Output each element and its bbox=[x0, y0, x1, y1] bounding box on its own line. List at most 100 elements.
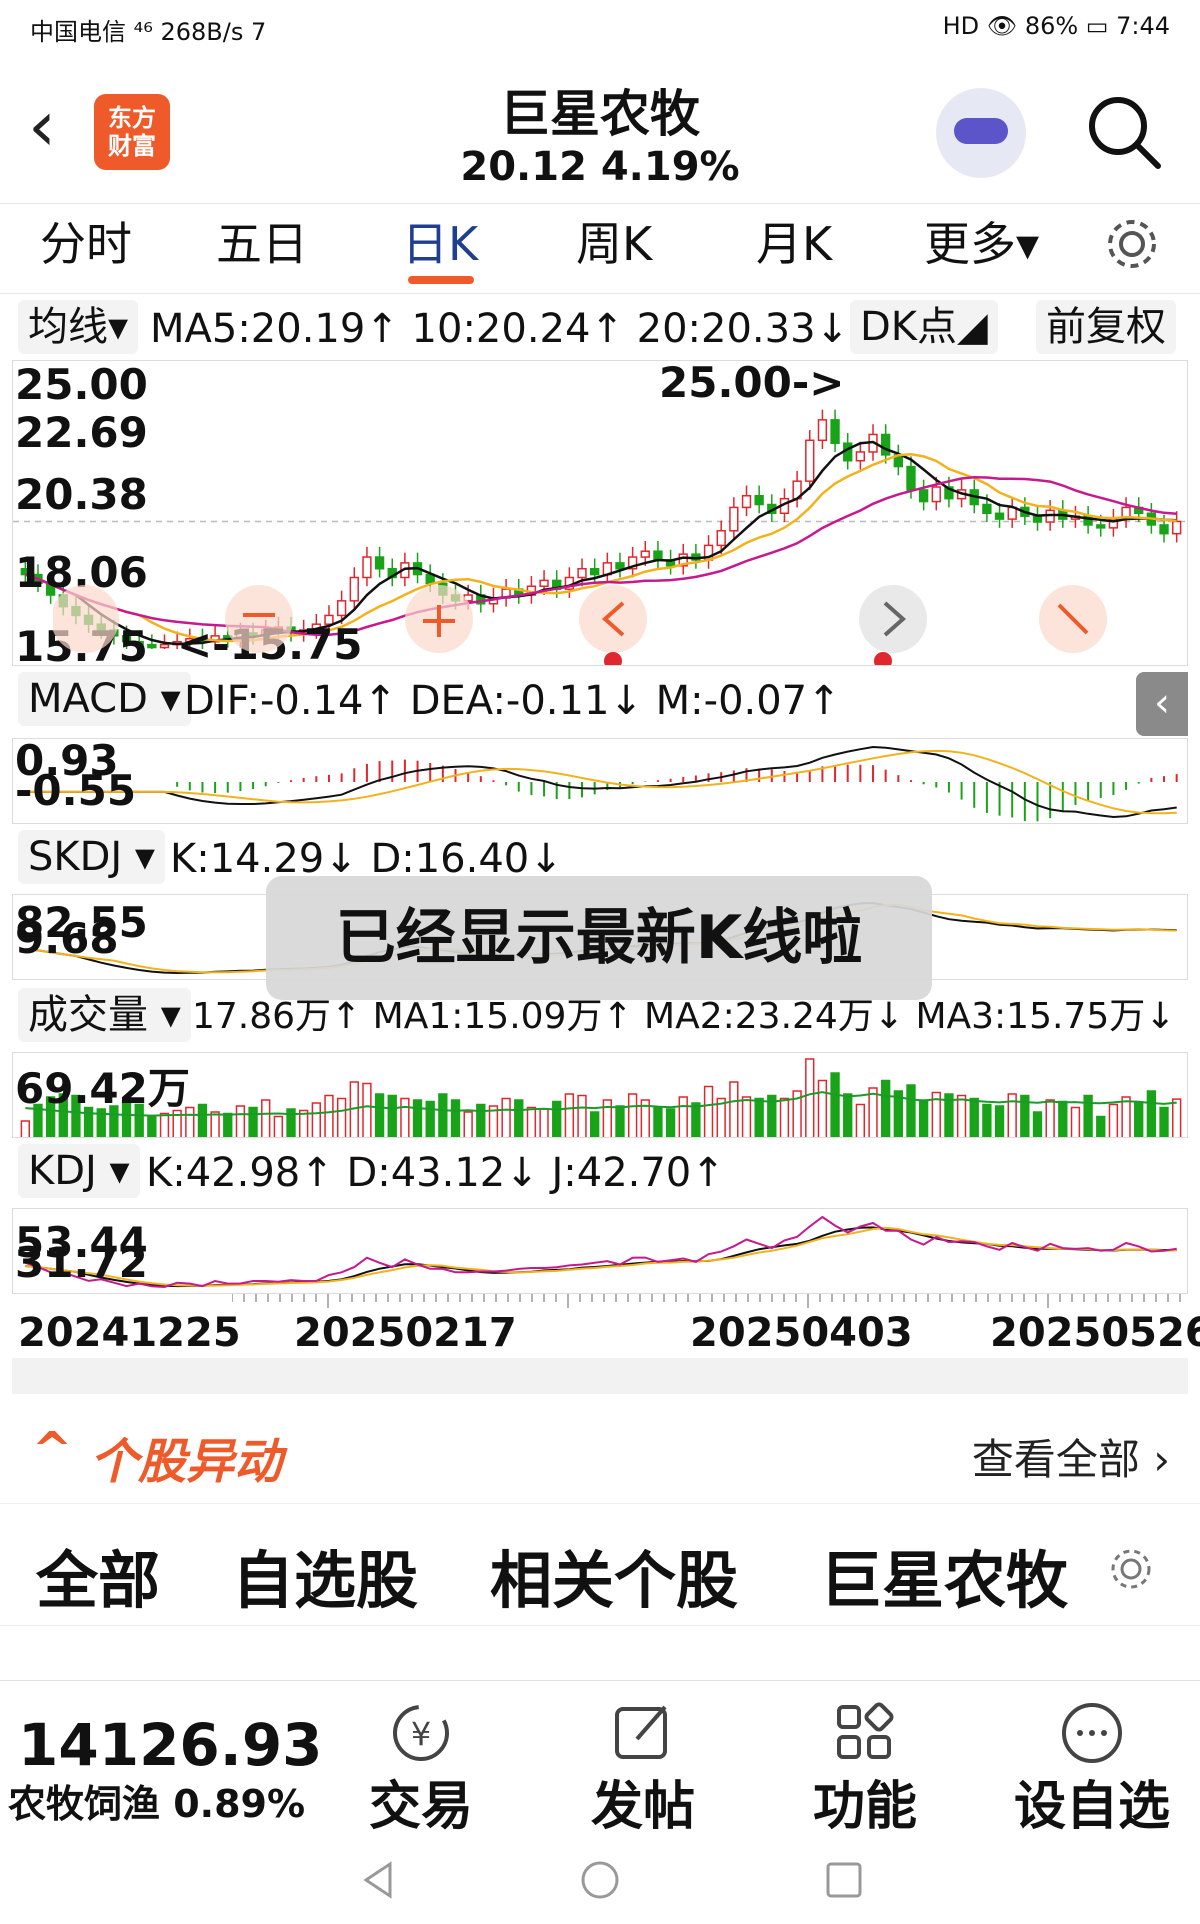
skdj-bottom-label: 9.68 bbox=[15, 914, 119, 963]
volume-bar bbox=[881, 1079, 891, 1137]
volume-bar bbox=[159, 1112, 170, 1137]
filter-settings-icon[interactable] bbox=[1106, 1544, 1156, 1594]
tab-weekly-k[interactable]: 周K bbox=[576, 204, 652, 294]
volume-bar bbox=[324, 1094, 334, 1137]
collapse-side-button[interactable]: ‹ bbox=[1136, 672, 1188, 736]
candle-body bbox=[918, 489, 929, 503]
kline-chart-area: 均线▾ MA5:20.19↑ 10:20.24↑ 20:20.33↓ DK点◢ … bbox=[12, 300, 1188, 1392]
dk-point-button[interactable]: DK点◢ bbox=[850, 300, 998, 354]
zoom-out-control[interactable] bbox=[225, 585, 293, 653]
price-label-max: 25.00 bbox=[15, 360, 148, 409]
volume-bar bbox=[627, 1093, 638, 1137]
skdj-select[interactable]: SKDJ ▾ bbox=[18, 830, 166, 884]
scroll-right-control[interactable] bbox=[859, 585, 927, 653]
tab-more[interactable]: 更多▾ bbox=[924, 204, 1039, 294]
volume-bar bbox=[374, 1093, 385, 1137]
volume-bar bbox=[665, 1108, 676, 1137]
filter-related[interactable]: 相关个股 bbox=[490, 1530, 738, 1620]
kdj-panel[interactable]: 53.44 31.72 bbox=[12, 1208, 1188, 1294]
volume-bar bbox=[223, 1112, 233, 1137]
filter-watchlist[interactable]: 自选股 bbox=[232, 1530, 418, 1620]
sector-index-name[interactable]: 农牧饲渔 0.89% bbox=[8, 1773, 305, 1828]
candle-body bbox=[855, 451, 866, 462]
system-nav-icons bbox=[363, 1861, 862, 1899]
dk-dot bbox=[604, 652, 622, 665]
volume-bar bbox=[754, 1097, 764, 1137]
kdj-select[interactable]: KDJ ▾ bbox=[18, 1144, 140, 1198]
gear-icon[interactable] bbox=[1100, 212, 1164, 280]
macd-select[interactable]: MACD ▾ bbox=[18, 672, 191, 726]
trade-button[interactable]: ¥ 交易 bbox=[346, 1693, 496, 1837]
more-dots-icon bbox=[1062, 1703, 1122, 1763]
nav-home-icon[interactable] bbox=[581, 1861, 619, 1899]
volume-bar bbox=[1121, 1096, 1131, 1137]
candle-body bbox=[741, 495, 752, 509]
volume-bar bbox=[855, 1103, 866, 1137]
volume-bar bbox=[564, 1093, 575, 1137]
assistant-robot-icon[interactable] bbox=[936, 88, 1026, 178]
zoom-in-control[interactable] bbox=[53, 585, 119, 653]
date-label-4: 20250526 bbox=[990, 1310, 1200, 1356]
nav-recents-icon[interactable] bbox=[826, 1862, 862, 1898]
volume-bar bbox=[1134, 1102, 1144, 1137]
volume-bar bbox=[830, 1072, 840, 1137]
add-watchlist-button[interactable]: 设自选 bbox=[1012, 1693, 1172, 1837]
volume-bar bbox=[1045, 1099, 1055, 1137]
volume-bar bbox=[311, 1102, 321, 1137]
tab-fenshi[interactable]: 分时 bbox=[40, 204, 132, 294]
chart-footer-bar bbox=[12, 1358, 1188, 1394]
volume-bar bbox=[994, 1105, 1005, 1137]
candle-body bbox=[754, 495, 764, 506]
volume-bar bbox=[412, 1099, 423, 1137]
period-tabs: 分时 五日 日K 周K 月K 更多▾ bbox=[0, 204, 1200, 294]
volume-bar bbox=[450, 1099, 461, 1137]
chart-overlay-controls bbox=[53, 585, 1107, 665]
tab-wuri[interactable]: 五日 bbox=[216, 204, 308, 294]
section-title: 个股异动 bbox=[90, 1434, 283, 1490]
candle-body bbox=[577, 567, 587, 579]
volume-bar bbox=[1070, 1106, 1081, 1137]
search-icon[interactable] bbox=[1084, 92, 1164, 176]
post-button[interactable]: 发帖 bbox=[568, 1693, 718, 1837]
function-button[interactable]: 功能 bbox=[790, 1693, 940, 1837]
candle-body bbox=[653, 550, 663, 561]
sector-index-value[interactable]: 14126.93 bbox=[18, 1711, 323, 1779]
candle-body bbox=[1172, 520, 1182, 535]
volume-bar bbox=[1058, 1100, 1068, 1137]
volume-bar bbox=[476, 1103, 486, 1137]
candle-body bbox=[615, 562, 625, 570]
volume-bar bbox=[438, 1093, 448, 1137]
main-kline-panel[interactable]: 25.00 22.69 20.38 18.06 15.75 25.00-> <-… bbox=[12, 360, 1188, 666]
volume-panel[interactable]: 69.42万 bbox=[12, 1052, 1188, 1138]
candle-body bbox=[982, 503, 992, 515]
ma-select[interactable]: 均线▾ bbox=[18, 300, 139, 354]
filter-this-stock[interactable]: 巨星农牧 bbox=[820, 1530, 1068, 1620]
nav-back-icon[interactable] bbox=[363, 1861, 392, 1899]
macd-panel[interactable]: 0.93 -0.55 bbox=[12, 738, 1188, 824]
kdj-values: K:42.98↑ D:43.12↓ J:42.70↑ bbox=[146, 1150, 725, 1196]
status-bar: 中国电信 ⁴⁶ 268B/s 7 HD 👁 86% ▭ 7:44 bbox=[0, 0, 1200, 56]
stock-movement-section: ^ 个股异动 查看全部 › bbox=[0, 1400, 1200, 1504]
volume-bar bbox=[969, 1097, 979, 1137]
volume-bar bbox=[678, 1096, 688, 1137]
candle-body bbox=[805, 439, 815, 482]
volume-bar bbox=[526, 1106, 537, 1137]
date-label-1: 20241225 bbox=[18, 1310, 241, 1356]
collapse-arrow-icon[interactable]: ^ bbox=[32, 1422, 72, 1478]
volume-bar bbox=[817, 1079, 828, 1137]
volume-bar bbox=[1096, 1115, 1106, 1137]
view-all-link[interactable]: 查看全部 › bbox=[972, 1426, 1170, 1487]
function-label: 功能 bbox=[812, 1777, 917, 1837]
filter-all[interactable]: 全部 bbox=[36, 1530, 160, 1620]
tab-monthly-k[interactable]: 月K bbox=[756, 204, 832, 294]
kdj-j-line bbox=[24, 1215, 1177, 1289]
volume-bar bbox=[1032, 1111, 1043, 1137]
date-label-3: 20250403 bbox=[690, 1310, 913, 1356]
filter-tabs: 全部 自选股 相关个股 巨星农牧 bbox=[0, 1508, 1200, 1626]
dea-line bbox=[25, 749, 1177, 815]
volume-top-label: 69.42万 bbox=[15, 1064, 190, 1113]
scroll-left-control[interactable] bbox=[579, 585, 647, 653]
adjust-button[interactable]: 前复权 bbox=[1036, 300, 1176, 354]
candle-body bbox=[1096, 524, 1106, 529]
volume-select[interactable]: 成交量 ▾ bbox=[18, 988, 191, 1042]
